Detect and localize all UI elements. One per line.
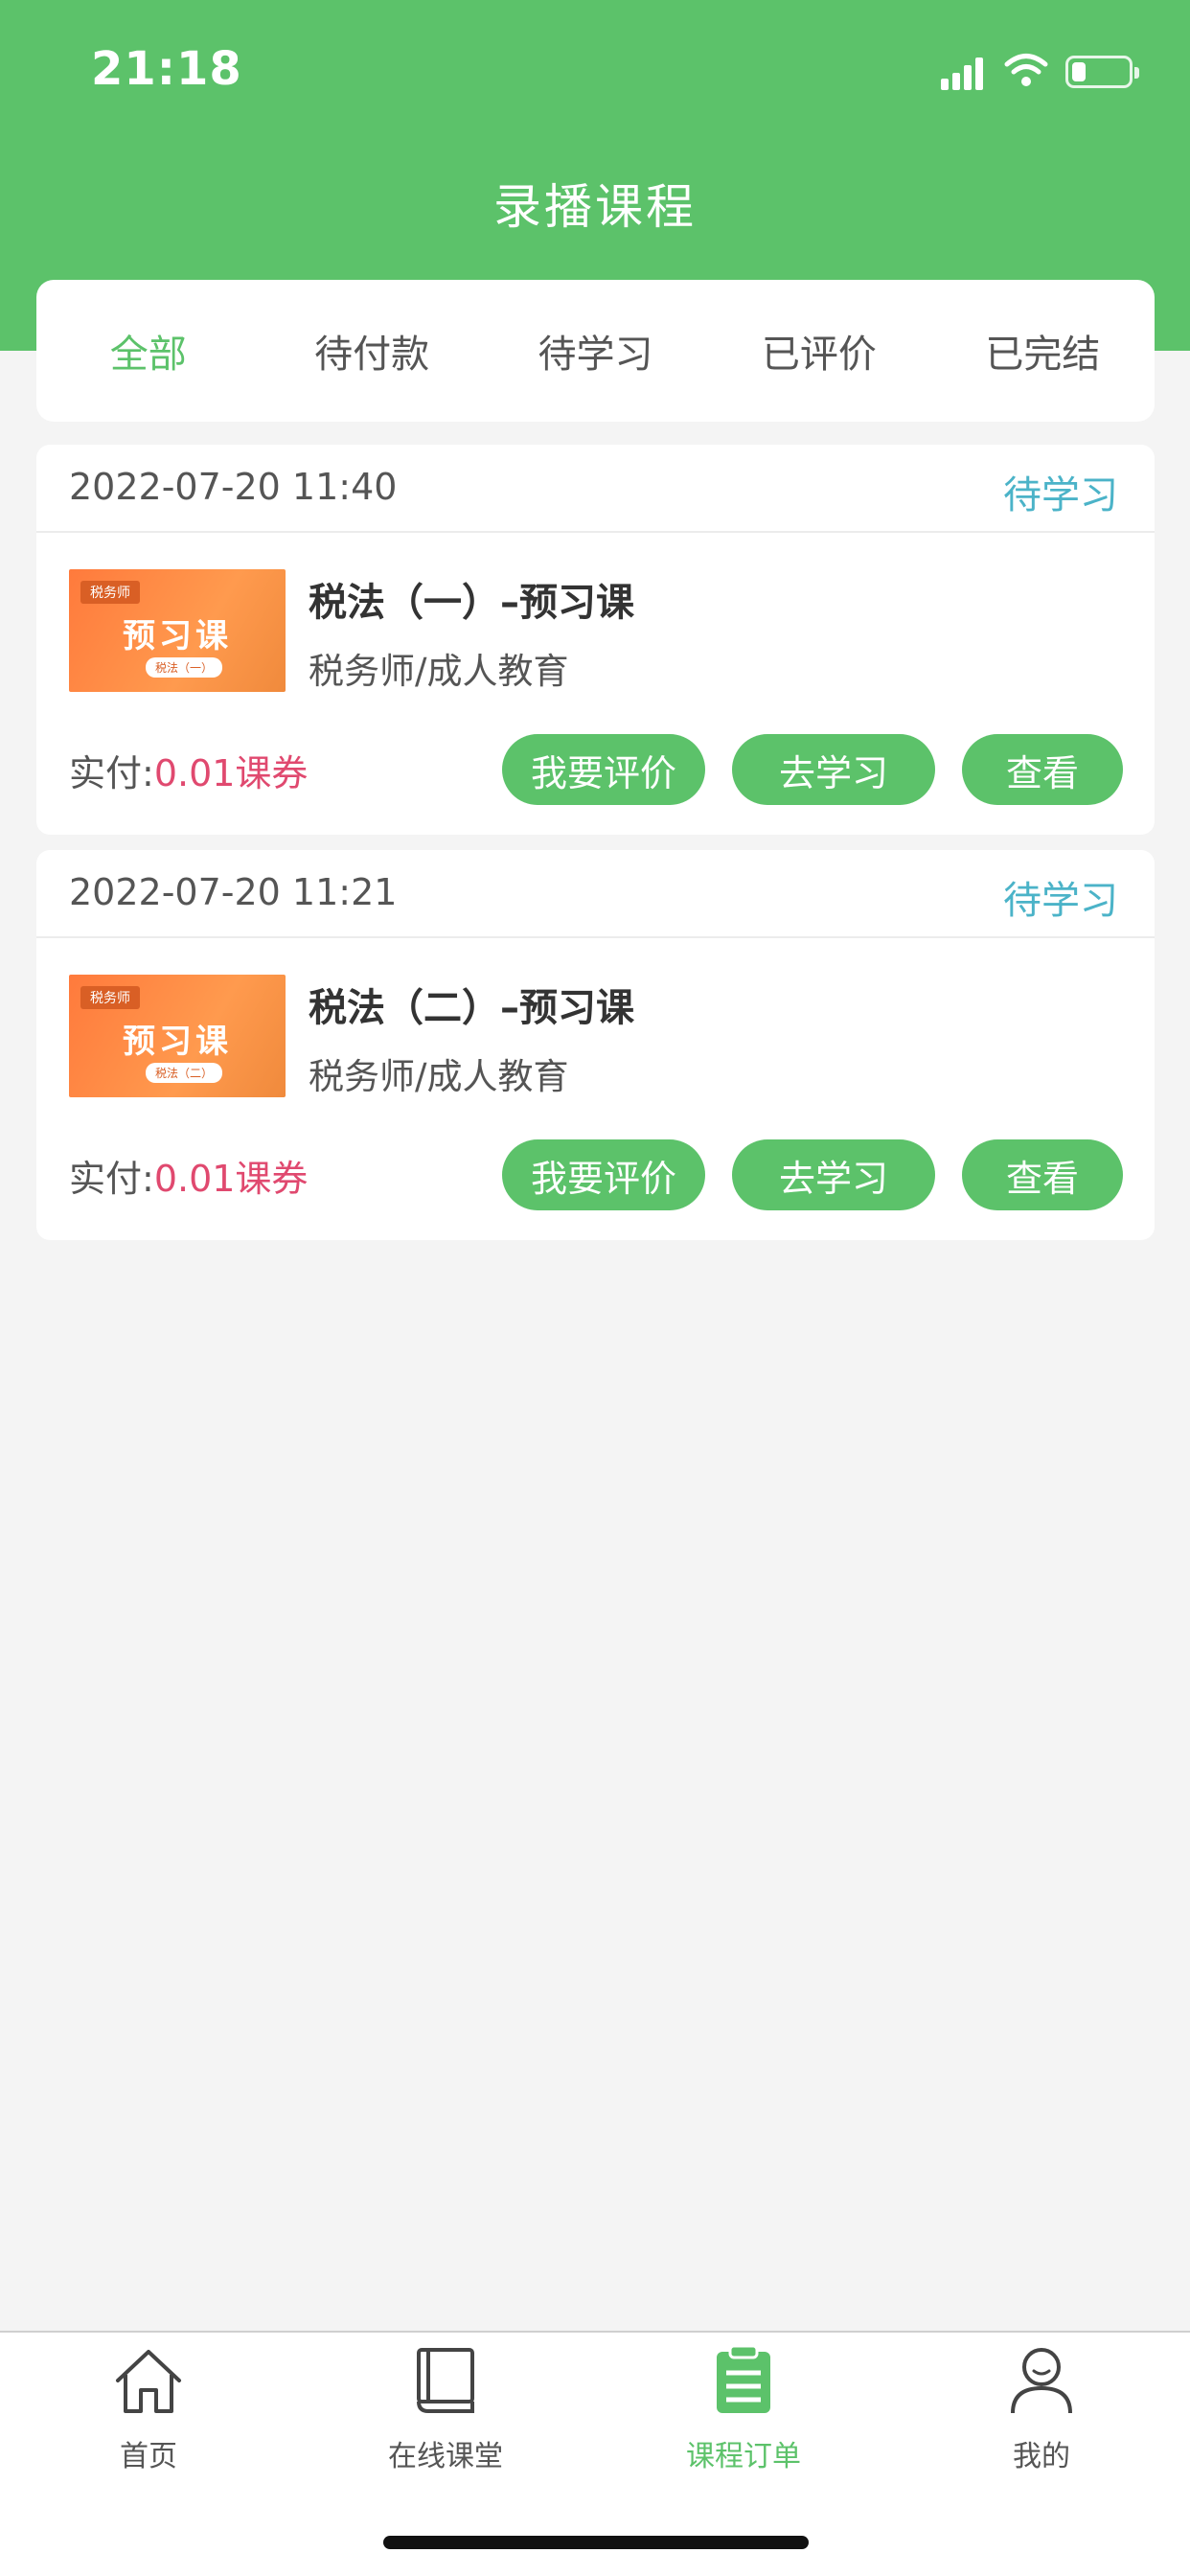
order-status: 待学习	[1003, 879, 1118, 923]
study-button[interactable]: 去学习	[732, 1139, 935, 1210]
status-bar: 21:18	[0, 0, 1190, 144]
paid-label: 实付:	[69, 752, 154, 794]
status-time: 21:18	[91, 42, 242, 96]
wifi-icon	[1004, 54, 1048, 86]
thumbnail-subtitle: 税法（二）	[146, 1063, 223, 1083]
tab-reviewed[interactable]: 已评价	[707, 280, 930, 422]
review-button[interactable]: 我要评价	[502, 734, 705, 805]
review-button[interactable]: 我要评价	[502, 1139, 705, 1210]
view-button[interactable]: 查看	[962, 1139, 1123, 1210]
tabbar-item-home[interactable]: 首页	[29, 2344, 268, 2488]
order-datetime: 2022-07-20 11:21	[69, 871, 398, 913]
order-card-header: 2022-07-20 11:21 待学习	[36, 850, 1155, 938]
tabbar-label: 我的	[1013, 2440, 1070, 2473]
tab-pending-payment[interactable]: 待付款	[260, 280, 483, 422]
cellular-signal-icon	[941, 56, 983, 90]
thumbnail-title: 预习课	[123, 617, 232, 656]
paid-value: 0.01课券	[153, 752, 309, 794]
course-title: 税法（一）–预习课	[309, 581, 634, 625]
order-filter-tabs: 全部 待付款 待学习 已评价 已完结	[36, 280, 1155, 422]
paid-label: 实付:	[69, 1158, 154, 1200]
thumbnail-title: 预习课	[123, 1023, 232, 1061]
tabbar-label: 在线课堂	[388, 2440, 503, 2473]
thumbnail-subtitle: 税法（一）	[146, 657, 223, 678]
course-category: 税务师/成人教育	[309, 1056, 569, 1097]
order-datetime: 2022-07-20 11:40	[69, 466, 398, 508]
course-title: 税法（二）–预习课	[309, 986, 634, 1030]
paid-amount: 实付:0.01课券	[69, 1149, 308, 1202]
thumbnail-tag: 税务师	[80, 581, 140, 604]
order-card-header: 2022-07-20 11:40 待学习	[36, 445, 1155, 533]
user-icon	[1011, 2348, 1072, 2414]
view-button[interactable]: 查看	[962, 734, 1123, 805]
course-thumbnail[interactable]: 税务师 预习课 税法（二）	[69, 975, 286, 1097]
clipboard-icon	[717, 2344, 770, 2413]
tabbar-label: 首页	[120, 2440, 177, 2473]
tabbar-item-profile[interactable]: 我的	[922, 2344, 1161, 2488]
tabbar-label: 课程订单	[686, 2440, 801, 2473]
home-indicator[interactable]	[383, 2536, 809, 2549]
battery-icon	[1065, 56, 1139, 88]
course-category: 税务师/成人教育	[309, 651, 569, 692]
paid-value: 0.01课券	[153, 1158, 309, 1200]
home-icon	[116, 2350, 181, 2413]
tabbar-item-course-orders[interactable]: 课程订单	[624, 2344, 863, 2488]
tab-all[interactable]: 全部	[36, 280, 260, 422]
tab-pending-study[interactable]: 待学习	[484, 280, 707, 422]
tab-completed[interactable]: 已完结	[931, 280, 1155, 422]
course-thumbnail[interactable]: 税务师 预习课 税法（一）	[69, 569, 286, 692]
study-button[interactable]: 去学习	[732, 734, 935, 805]
order-card: 2022-07-20 11:40 待学习 税务师 预习课 税法（一） 税法（一）…	[36, 445, 1155, 835]
thumbnail-tag: 税务师	[80, 986, 140, 1009]
order-card: 2022-07-20 11:21 待学习 税务师 预习课 税法（二） 税法（二）…	[36, 850, 1155, 1240]
paid-amount: 实付:0.01课券	[69, 744, 308, 796]
page-title: 录播课程	[493, 179, 697, 235]
tabbar-item-online-class[interactable]: 在线课堂	[326, 2344, 565, 2488]
order-status: 待学习	[1003, 473, 1118, 518]
book-icon	[417, 2348, 474, 2413]
